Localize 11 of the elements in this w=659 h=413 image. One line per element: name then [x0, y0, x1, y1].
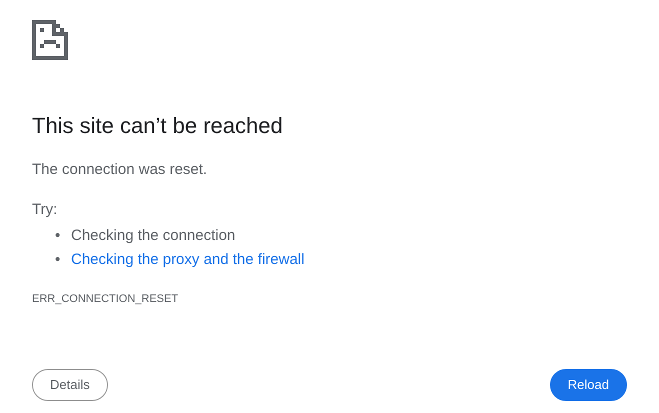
- suggestion-link[interactable]: Checking the proxy and the firewall: [71, 248, 304, 272]
- bullet: •: [55, 250, 62, 270]
- reload-button[interactable]: Reload: [550, 369, 627, 401]
- bullet: •: [55, 226, 62, 246]
- suggestion-text: Checking the connection: [71, 226, 236, 246]
- suggestions-label: Try:: [32, 200, 58, 220]
- error-heading: This site can’t be reached: [32, 112, 284, 140]
- error-code: ERR_CONNECTION_RESET: [32, 292, 180, 306]
- sad-document-icon: [32, 20, 68, 60]
- details-button[interactable]: Details: [32, 369, 108, 401]
- error-message: The connection was reset.: [32, 160, 208, 180]
